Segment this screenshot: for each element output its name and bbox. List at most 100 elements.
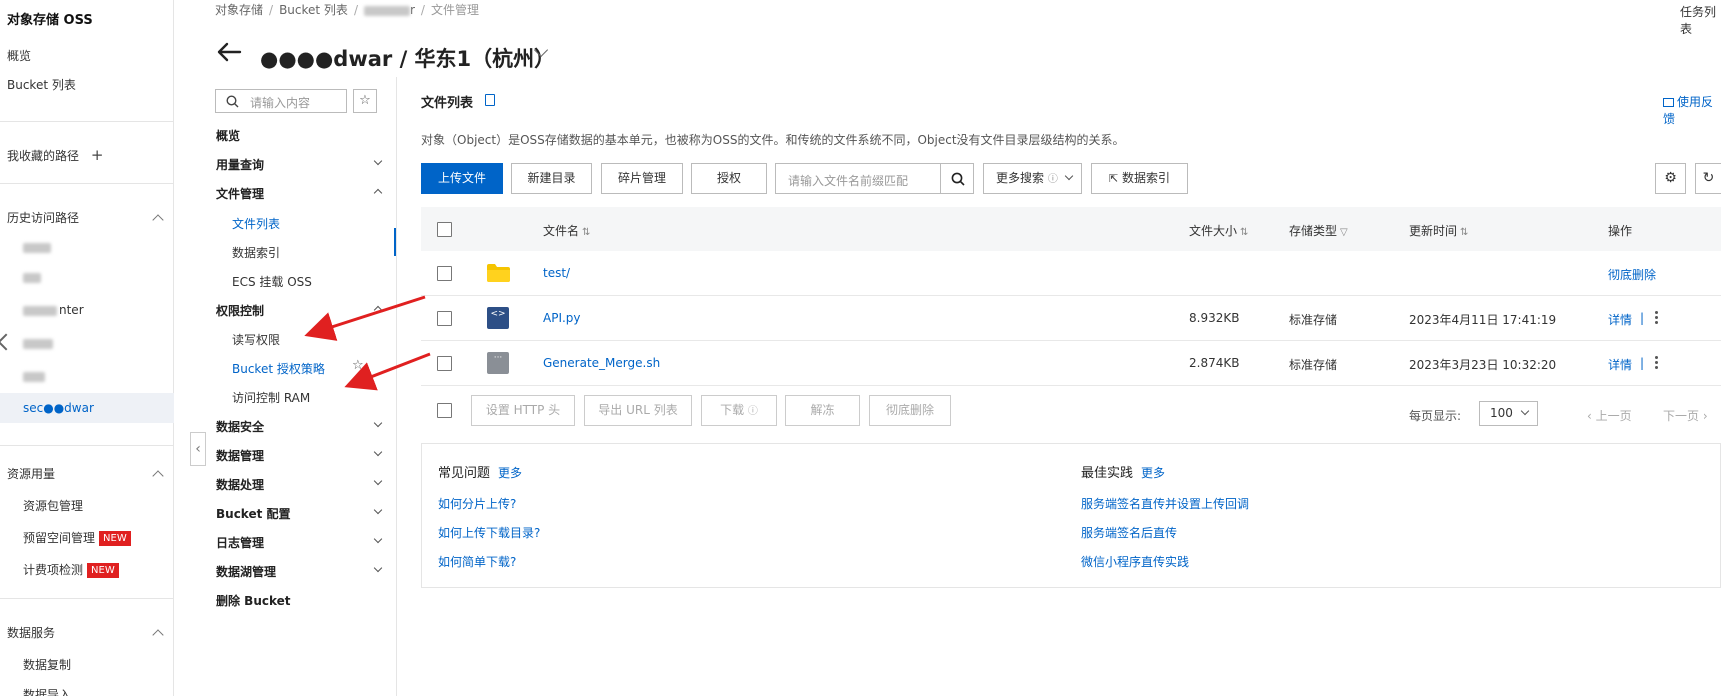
settings-icon[interactable]: ⚙: [1655, 163, 1686, 194]
history-item[interactable]: [23, 369, 45, 383]
fragment-mgmt-button[interactable]: 碎片管理: [601, 163, 683, 194]
table-row[interactable]: test/ 彻底删除: [421, 251, 1721, 296]
collapse-nav-button[interactable]: ‹: [190, 432, 206, 466]
sidebar-item-data-import[interactable]: 数据导入: [23, 686, 71, 696]
sidebar-item-resource-packs[interactable]: 资源包管理: [23, 497, 83, 514]
faq-link[interactable]: 如何分片上传?: [438, 495, 516, 512]
sidebar-item-billing-check[interactable]: 计费项检测 NEW: [23, 561, 119, 578]
history-item[interactable]: [23, 270, 41, 284]
nav-data-security[interactable]: 数据安全: [216, 418, 264, 435]
document-icon[interactable]: [485, 94, 495, 106]
chevron-down-icon[interactable]: [373, 505, 383, 515]
nav-search-input[interactable]: 请输入内容: [215, 89, 347, 113]
faq-link[interactable]: 如何简单下载?: [438, 553, 516, 570]
faq-more-link[interactable]: 更多: [498, 466, 522, 480]
column-header-updated[interactable]: 更新时间 ⇅: [1409, 222, 1468, 239]
set-http-header-button[interactable]: 设置 HTTP 头: [471, 395, 575, 426]
history-item[interactable]: [23, 240, 51, 254]
upload-file-button[interactable]: 上传文件: [421, 163, 503, 194]
column-header-name[interactable]: 文件名 ⇅: [543, 222, 590, 239]
more-actions-icon[interactable]: [1655, 356, 1658, 371]
feedback-link[interactable]: 使用反馈: [1663, 93, 1721, 127]
chevron-up-icon[interactable]: [152, 629, 164, 641]
nav-access-control[interactable]: 权限控制: [216, 302, 264, 319]
details-link[interactable]: 详情: [1608, 311, 1632, 328]
row-checkbox[interactable]: [437, 356, 452, 371]
nav-ram[interactable]: 访问控制 RAM: [232, 389, 310, 406]
nav-data-processing[interactable]: 数据处理: [216, 476, 264, 493]
export-url-button[interactable]: 导出 URL 列表: [584, 395, 692, 426]
chevron-down-icon[interactable]: [373, 476, 383, 486]
more-actions-icon[interactable]: [1655, 311, 1658, 326]
sidebar-section-data-services[interactable]: 数据服务: [7, 624, 55, 641]
nav-delete-bucket[interactable]: 删除 Bucket: [216, 592, 291, 609]
sidebar-item-favorites[interactable]: 我收藏的路径 +: [7, 146, 103, 164]
sidebar-item-data-replication[interactable]: 数据复制: [23, 656, 71, 673]
history-item[interactable]: nter: [23, 303, 84, 317]
back-arrow-icon[interactable]: [216, 42, 242, 62]
sidebar-item-bucket-list[interactable]: Bucket 列表: [7, 76, 76, 93]
nav-log-mgmt[interactable]: 日志管理: [216, 534, 264, 551]
details-link[interactable]: 详情: [1608, 356, 1632, 373]
nav-bucket-config[interactable]: Bucket 配置: [216, 505, 291, 522]
chevron-up-icon[interactable]: [373, 305, 383, 315]
sidebar-section-resource-usage[interactable]: 资源用量: [7, 465, 55, 482]
best-practice-link[interactable]: 服务端签名直传并设置上传回调: [1081, 495, 1249, 512]
chevron-down-icon[interactable]: [373, 563, 383, 573]
chevron-up-icon[interactable]: [152, 470, 164, 482]
new-directory-button[interactable]: 新建目录: [511, 163, 592, 194]
nav-file-mgmt[interactable]: 文件管理: [216, 185, 264, 202]
star-icon[interactable]: ☆: [353, 89, 377, 113]
table-row[interactable]: <> API.py 8.932KB 标准存储 2023年4月11日 17:41:…: [421, 296, 1721, 341]
row-checkbox[interactable]: [437, 311, 452, 326]
file-name-link[interactable]: test/: [543, 266, 570, 280]
breadcrumb-bucket[interactable]: r: [410, 3, 415, 17]
sidebar-section-history[interactable]: 历史访问路径: [7, 209, 79, 226]
nav-data-index[interactable]: 数据索引: [232, 244, 280, 261]
refresh-icon[interactable]: ↻: [1695, 163, 1721, 194]
file-name-link[interactable]: Generate_Merge.sh: [543, 356, 660, 370]
table-row[interactable]: ··· Generate_Merge.sh 2.874KB 标准存储 2023年…: [421, 341, 1721, 386]
batch-delete-button[interactable]: 彻底删除: [869, 395, 951, 426]
nav-file-list[interactable]: 文件列表: [232, 215, 280, 232]
prev-page-button[interactable]: ‹ 上一页: [1587, 407, 1632, 424]
search-button[interactable]: [940, 163, 974, 194]
breadcrumb-bucket-list[interactable]: Bucket 列表: [279, 3, 348, 17]
history-item[interactable]: [23, 336, 53, 350]
nav-rw-permission[interactable]: 读写权限: [232, 331, 280, 348]
chevron-down-icon[interactable]: [373, 534, 383, 544]
sidebar-item-overview[interactable]: 概览: [7, 47, 31, 64]
row-checkbox[interactable]: [437, 266, 452, 281]
sidebar-item-reserved-space[interactable]: 预留空间管理 NEW: [23, 529, 131, 546]
select-all-checkbox[interactable]: [437, 222, 452, 237]
best-practice-link[interactable]: 服务端签名后直传: [1081, 524, 1177, 541]
per-page-select[interactable]: 100: [1479, 401, 1538, 426]
next-page-button[interactable]: 下一页 ›: [1663, 407, 1708, 424]
file-name-link[interactable]: API.py: [543, 311, 581, 325]
batch-select-checkbox[interactable]: [437, 403, 452, 418]
nav-overview[interactable]: 概览: [216, 127, 240, 144]
chevron-down-icon[interactable]: [373, 418, 383, 428]
breadcrumb-oss[interactable]: 对象存储: [215, 3, 263, 17]
authorize-button[interactable]: 授权: [691, 163, 767, 194]
history-item-active[interactable]: sec●●dwar: [23, 401, 94, 415]
nav-ecs-mount[interactable]: ECS 挂载 OSS: [232, 273, 312, 290]
chevron-down-icon[interactable]: [373, 156, 383, 166]
nav-usage[interactable]: 用量查询: [216, 156, 264, 173]
file-search-input[interactable]: 请输入文件名前缀匹配: [775, 163, 941, 194]
best-practice-more-link[interactable]: 更多: [1141, 466, 1165, 480]
column-header-size[interactable]: 文件大小 ⇅: [1189, 222, 1248, 239]
download-button[interactable]: 下载 ⓘ: [701, 395, 777, 426]
permanent-delete-link[interactable]: 彻底删除: [1608, 266, 1656, 283]
chevron-down-icon[interactable]: [373, 447, 383, 457]
add-favorite-icon[interactable]: +: [91, 146, 104, 164]
faq-link[interactable]: 如何上传下载目录?: [438, 524, 540, 541]
star-icon[interactable]: ☆: [352, 358, 364, 373]
data-index-button[interactable]: ⇱ 数据索引: [1091, 163, 1188, 194]
more-search-dropdown[interactable]: 更多搜索 ⓘ: [983, 163, 1082, 194]
chevron-up-icon[interactable]: [373, 188, 383, 198]
nav-data-mgmt[interactable]: 数据管理: [216, 447, 264, 464]
nav-data-lake[interactable]: 数据湖管理: [216, 563, 276, 580]
task-list-link[interactable]: 任务列表: [1680, 3, 1721, 37]
chevron-up-icon[interactable]: [152, 214, 164, 226]
